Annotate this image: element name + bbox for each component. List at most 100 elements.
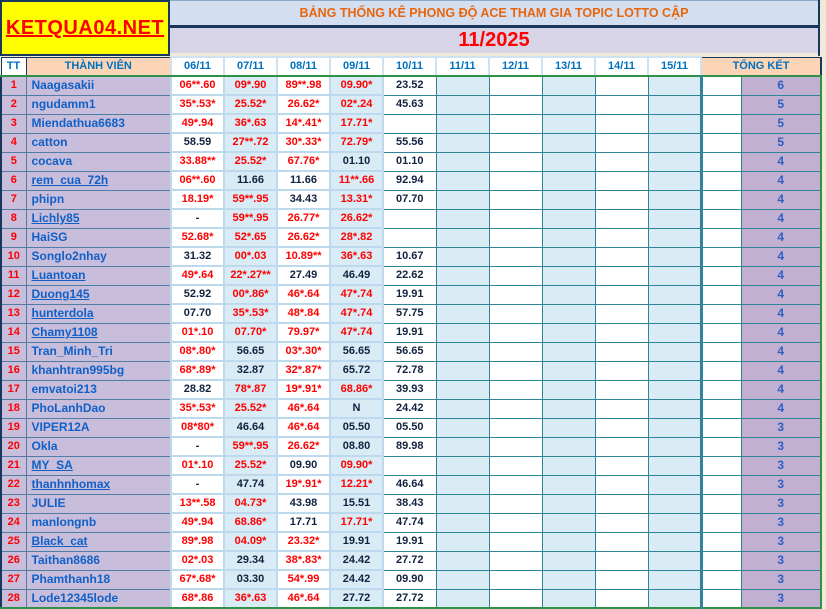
member-name-link[interactable]: Taithan8686 [25, 550, 172, 571]
member-name-link[interactable]: emvatoi213 [25, 379, 172, 400]
member-name-link[interactable]: Naagasakii [25, 75, 172, 96]
score-cell: 03*.30* [276, 341, 331, 362]
score-cell [647, 474, 702, 495]
site-logo: KETQUA04.NET [0, 0, 170, 56]
row-index-cell: 23 [0, 493, 27, 514]
total-spacer-cell [699, 208, 742, 229]
score-cell [541, 569, 596, 590]
score-cell [488, 455, 543, 476]
score-cell: 08.80 [329, 436, 384, 457]
score-cell: 07.70 [382, 189, 437, 210]
member-name-link[interactable]: Songlo2nhay [25, 246, 172, 267]
member-name-link[interactable]: Duong145 [25, 284, 172, 305]
score-cell [488, 284, 543, 305]
score-cell [541, 531, 596, 552]
score-cell [594, 398, 649, 419]
member-name-link[interactable]: Lichly85 [25, 208, 172, 229]
member-name-link[interactable]: MY_SA [25, 455, 172, 476]
member-name-link[interactable]: Chamy1108 [25, 322, 172, 343]
member-name-link[interactable]: rem_cua_72h [25, 170, 172, 191]
member-name-link[interactable]: HaiSG [25, 227, 172, 248]
score-cell: 19.91 [382, 322, 437, 343]
table-row: 14 Chamy1108 01*.10 07.70* 79.97* 47*.74 19.91… [0, 322, 822, 343]
total-cell: 5 [740, 94, 822, 115]
score-cell [488, 436, 543, 457]
score-cell [594, 341, 649, 362]
total-cell: 3 [740, 436, 822, 457]
member-name-link[interactable]: catton [25, 132, 172, 153]
score-cell [435, 208, 490, 229]
member-name-link[interactable]: PhoLanhDao [25, 398, 172, 419]
table-row: 26 Taithan8686 02*.03 29.34 38*.83* 24.42 27.7… [0, 550, 822, 571]
member-name-link[interactable]: ngudamm1 [25, 94, 172, 115]
score-cell: 72.78 [382, 360, 437, 381]
member-name-link[interactable]: hunterdola [25, 303, 172, 324]
member-name-link[interactable]: Black_cat [25, 531, 172, 552]
score-cell [435, 170, 490, 191]
score-cell [594, 246, 649, 267]
score-cell [435, 493, 490, 514]
score-cell [541, 227, 596, 248]
row-index-cell: 19 [0, 417, 27, 438]
member-name-link[interactable]: VIPER12A [25, 417, 172, 438]
score-cell: 49*.94 [170, 512, 225, 533]
row-index-cell: 3 [0, 113, 27, 134]
score-cell [488, 379, 543, 400]
score-cell: 65.72 [329, 360, 384, 381]
score-cell: 09.90* [329, 75, 384, 96]
row-index-cell: 24 [0, 512, 27, 533]
member-name-link[interactable]: Lode12345lode [25, 588, 172, 609]
member-name-link[interactable]: cocava [25, 151, 172, 172]
table-body: 1 Naagasakii 06**.60 09*.90 89**.98 09.90* 23.… [0, 75, 822, 609]
member-name-link[interactable]: Phamthanh18 [25, 569, 172, 590]
score-cell [647, 94, 702, 115]
member-name-link[interactable]: thanhnhomax [25, 474, 172, 495]
score-cell [647, 436, 702, 457]
score-cell [647, 246, 702, 267]
score-cell [647, 341, 702, 362]
score-cell: 56.65 [382, 341, 437, 362]
row-index-cell: 12 [0, 284, 27, 305]
table-row: 24 manlongnb 49*.94 68.86* 17.71 17.71* 47.74 3 [0, 512, 822, 533]
score-cell [435, 75, 490, 96]
member-name-link[interactable]: manlongnb [25, 512, 172, 533]
month-label: 11/2025 [170, 28, 818, 53]
total-spacer-cell [699, 265, 742, 286]
header-date-08-11: 08/11 [276, 56, 331, 77]
table-row: 8 Lichly85-59**.95 26.77* 26.62* 4 [0, 208, 822, 229]
score-cell [594, 189, 649, 210]
score-cell: 28*.82 [329, 227, 384, 248]
score-cell [541, 360, 596, 381]
total-spacer-cell [699, 493, 742, 514]
member-name-link[interactable]: Tran_Minh_Tri [25, 341, 172, 362]
total-spacer-cell [699, 170, 742, 191]
score-cell: - [170, 208, 225, 229]
member-name-link[interactable]: Luantoan [25, 265, 172, 286]
score-cell: 46*.64 [276, 417, 331, 438]
member-name-link[interactable]: phipn [25, 189, 172, 210]
member-name-link[interactable]: Okla [25, 436, 172, 457]
score-cell [647, 455, 702, 476]
header-date-12-11: 12/11 [488, 56, 543, 77]
top-right-banner: BẢNG THỐNG KÊ PHONG ĐỘ ACE THAM GIA TOPI… [170, 0, 820, 56]
total-cell: 4 [740, 360, 822, 381]
score-cell: 07.70* [223, 322, 278, 343]
score-cell [594, 455, 649, 476]
score-cell [488, 227, 543, 248]
score-cell [435, 189, 490, 210]
table-row: 19 VIPER12A 08*80* 46.64 46*.64 05.50 05.50 3 [0, 417, 822, 438]
member-name-link[interactable]: Miendathua6683 [25, 113, 172, 134]
score-cell [594, 132, 649, 153]
score-cell [488, 189, 543, 210]
score-cell: 25.52* [223, 455, 278, 476]
score-cell [435, 151, 490, 172]
score-cell [488, 246, 543, 267]
score-cell: 11.66 [223, 170, 278, 191]
member-name-link[interactable]: khanhtran995bg [25, 360, 172, 381]
table-row: 4 catton 58.59 27**.72 30*.33* 72.79* 55.56 5 [0, 132, 822, 153]
score-cell [488, 303, 543, 324]
score-cell [647, 75, 702, 96]
header-member: THÀNH VIÊN [25, 56, 172, 77]
member-name-link[interactable]: JULIE [25, 493, 172, 514]
score-cell [647, 379, 702, 400]
